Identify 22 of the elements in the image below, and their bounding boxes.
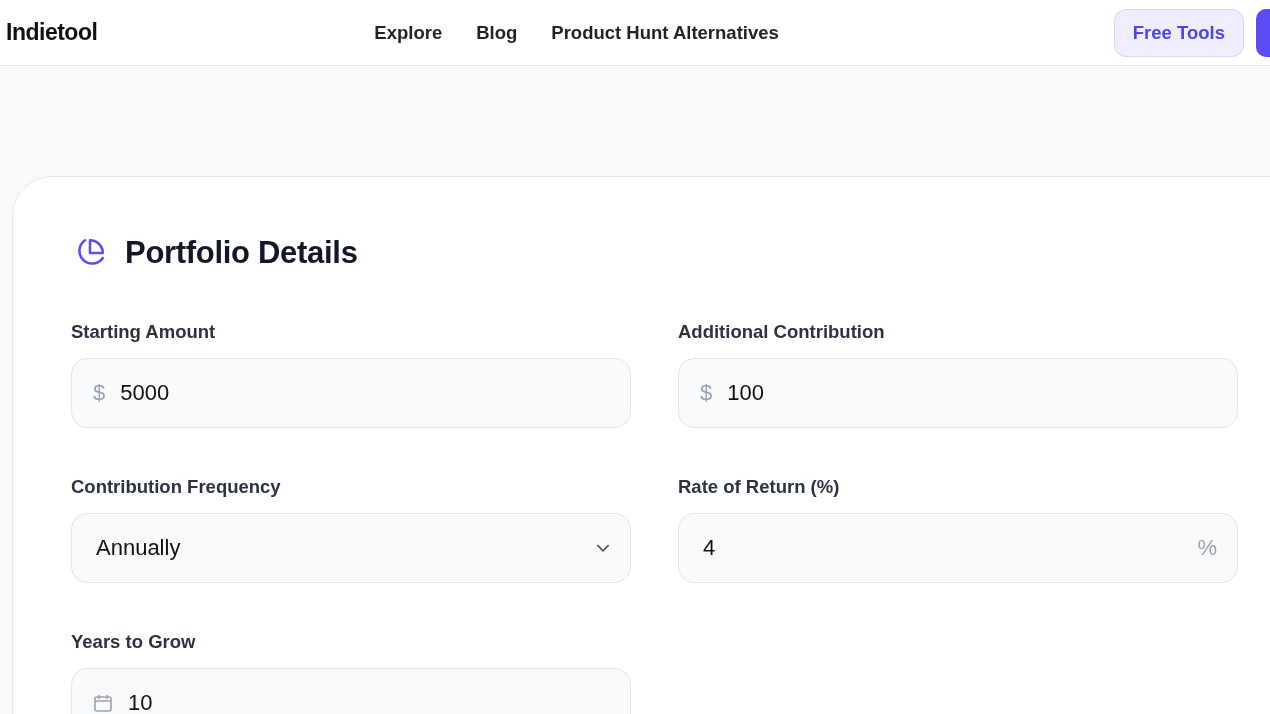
logo[interactable]: Indietool (6, 19, 98, 46)
free-tools-button[interactable]: Free Tools (1113, 8, 1244, 57)
field-label: Additional Contribution (678, 321, 886, 343)
field-label: Contribution Frequency (71, 476, 282, 498)
field-label: Years to Grow (71, 631, 197, 653)
dollar-sign: $ (700, 380, 713, 406)
amount-field[interactable]: $ 100 (678, 358, 1238, 428)
primary-button[interactable] (1256, 8, 1270, 57)
percent-sign: % (1197, 535, 1217, 561)
field-label: Rate of Return (%) (678, 476, 841, 498)
field-label: Starting Amount (71, 321, 217, 343)
dollar-sign: $ (93, 380, 106, 406)
nav-link[interactable]: Explore (374, 21, 443, 44)
nav-link[interactable]: Product Hunt Alternatives (551, 21, 779, 44)
chevron-down-icon (596, 543, 610, 553)
section-title: Portfolio Details (125, 235, 358, 271)
years-field[interactable]: 10 (71, 668, 631, 714)
rate-field[interactable]: 4 % (678, 513, 1238, 583)
calendar-icon (93, 693, 113, 713)
nav-link[interactable]: Blog (476, 21, 518, 44)
amount-field[interactable]: $ 5000 (71, 358, 631, 428)
frequency-dropdown[interactable]: Annually (71, 513, 631, 583)
